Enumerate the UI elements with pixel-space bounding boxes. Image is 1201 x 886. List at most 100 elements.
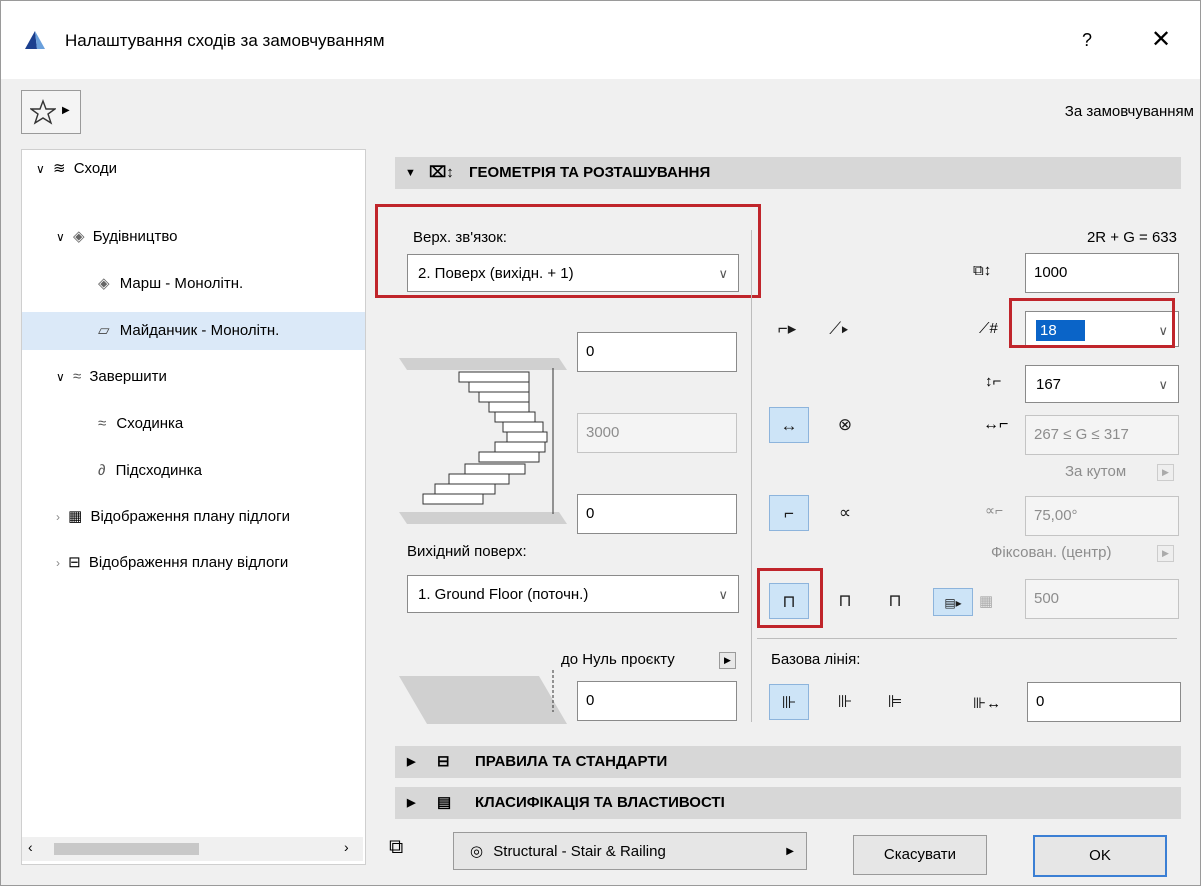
layer-icon: ⧉	[389, 836, 404, 858]
tree-item-label: Будівництво	[92, 228, 178, 245]
tree-item-plan-display-2[interactable]: › ⊟ Відображення плану відлоги	[22, 544, 365, 582]
baseline-separator	[757, 638, 1177, 639]
rules-section-header[interactable]: ▶ ⊟ ПРАВИЛА ТА СТАНДАРТИ	[395, 746, 1181, 778]
triangle-right-icon: ▶	[407, 756, 416, 768]
riser-fixed-button[interactable]: ⌐	[769, 495, 809, 531]
title-bar: Налаштування сходів за замовчуванням ? ✕	[1, 1, 1200, 79]
geometry-panel: Верх. зв'язок: 2. Поверх (вихідн. + 1) ∨	[375, 204, 1181, 731]
section-title: ГЕОМЕТРІЯ ТА РОЗТАШУВАННЯ	[469, 164, 711, 181]
home-floor-value: 1. Ground Floor (поточн.)	[418, 586, 589, 603]
walkline-right-button[interactable]: ⊓	[875, 583, 915, 619]
tree-item-structure[interactable]: ∨ ◈ Будівництво	[22, 218, 365, 256]
geometry-section-header[interactable]: ▼ ⌧↕ ГЕОМЕТРІЯ ТА РОЗТАШУВАННЯ	[395, 157, 1181, 189]
project-zero-popup-button[interactable]: ▶	[719, 652, 736, 669]
going-angle-button[interactable]: ⊗	[825, 407, 865, 443]
chevron-right-icon: ›	[56, 510, 60, 524]
angle-icon: ∝⌐	[985, 502, 1004, 518]
triangle-right-icon: ▶	[407, 797, 416, 809]
highlight-top-link	[375, 204, 761, 298]
home-floor-select[interactable]: 1. Ground Floor (поточн.) ∨	[407, 575, 739, 613]
going-depth-icon: ↔⌐	[983, 416, 1009, 433]
chevron-down-icon: ∨	[36, 162, 45, 176]
stair-type-button[interactable]: ⌐▸	[767, 311, 807, 347]
by-angle-popup-button[interactable]: ▶	[1157, 464, 1174, 481]
stair-icon: ≋	[52, 160, 66, 177]
default-label: За замовчуванням	[1064, 103, 1194, 120]
baseline-left-button[interactable]: ⊪	[769, 684, 809, 720]
highlight-riser-count	[1009, 298, 1175, 348]
chevron-down-icon: ∨	[1158, 377, 1168, 392]
tree-item-label: Сходи	[73, 160, 118, 177]
tree-item-label: Сходинка	[116, 415, 184, 432]
stair-height-input: 3000	[577, 413, 737, 453]
top-offset-input[interactable]: 0	[577, 332, 737, 372]
highlight-walkline	[757, 568, 823, 628]
going-lock-button[interactable]: ↔	[769, 407, 809, 443]
geometry-icon: ⌧↕	[429, 164, 454, 181]
walkline-center-button[interactable]: ⊓	[825, 583, 865, 619]
classification-section-header[interactable]: ▶ ▤ КЛАСИФІКАЦІЯ ТА ВЛАСТИВОСТІ	[395, 787, 1181, 819]
by-angle-label: За кутом	[1065, 463, 1127, 480]
tree-item-tread[interactable]: ≈ Сходинка	[22, 405, 365, 443]
walkline-offset-input: 500	[1025, 579, 1179, 619]
archicad-logo-icon	[25, 31, 45, 49]
eye-icon: ◎	[470, 843, 484, 860]
tree-item-label: Відображення плану підлоги	[90, 508, 290, 525]
chevron-down-icon: ∨	[718, 587, 728, 602]
stair-width-input[interactable]: 1000	[1025, 253, 1179, 293]
baseline-right-button[interactable]: ⊫	[875, 684, 915, 720]
stair-illustration	[399, 358, 567, 524]
tree-item-label: Відображення плану відлоги	[88, 554, 289, 571]
tree-item-label: Підсходинка	[115, 462, 202, 479]
cancel-button[interactable]: Скасувати	[853, 835, 987, 875]
plan-display-icon: ⊟	[68, 554, 81, 571]
tree-item-floor-plan-display[interactable]: › ▦ Відображення плану підлоги	[22, 498, 365, 536]
structure-icon: ◈	[72, 228, 85, 245]
triangle-down-icon: ▼	[405, 167, 416, 179]
scroll-left-icon[interactable]: ‹	[28, 839, 33, 855]
tree-item-finish[interactable]: ∨ ≈ Завершити	[22, 358, 365, 396]
settings-tree: ∨ ≋ Сходи ∨ ◈ Будівництво ◈ Марш - Монол…	[21, 149, 366, 865]
finish-icon: ≈	[72, 368, 82, 385]
project-zero-illustration	[399, 670, 567, 724]
layer-select[interactable]: ◎ Structural - Stair & Railing ▶	[453, 832, 807, 870]
riser-height-select[interactable]: 167 ∨	[1025, 365, 1179, 403]
rules-icon: ⊟	[437, 753, 450, 770]
home-floor-label: Вихідний поверх:	[407, 543, 527, 560]
plan-display-icon: ▦	[68, 508, 83, 525]
fixed-center-popup-button[interactable]: ▶	[1157, 545, 1174, 562]
close-button[interactable]: ✕	[1141, 23, 1181, 57]
bottom-offset-input[interactable]: 0	[577, 494, 737, 534]
flight-icon: ◈	[98, 275, 110, 292]
ok-button[interactable]: OK	[1033, 835, 1167, 877]
landing-icon: ▱	[98, 322, 110, 339]
tree-item-label: Майданчик - Монолітн.	[119, 322, 280, 339]
layer-value: Structural - Stair & Railing	[493, 843, 666, 860]
tree-item-stairs[interactable]: ∨ ≋ Сходи	[22, 150, 365, 188]
tree-item-landing[interactable]: ▱ Майданчик - Монолітн.	[22, 312, 365, 350]
baseline-offset-input[interactable]: 0	[1027, 682, 1181, 722]
walkline-options-button[interactable]: ▤▸	[933, 588, 973, 616]
tree-item-flight[interactable]: ◈ Марш - Монолітн.	[22, 265, 365, 303]
riser-icon: ∂	[98, 462, 106, 479]
scroll-thumb[interactable]	[54, 843, 199, 855]
baseline-center-button[interactable]: ⊪	[825, 684, 865, 720]
favorites-button[interactable]: ▶	[21, 90, 81, 134]
tree-item-label: Марш - Монолітн.	[119, 275, 244, 292]
riser-height-value: 167	[1036, 376, 1062, 393]
walkline-grid-icon: ▦	[979, 593, 994, 610]
riser-angle-button[interactable]: ∝	[825, 495, 865, 531]
tree-horizontal-scrollbar[interactable]: ‹ ›	[22, 837, 363, 861]
tree-item-riser[interactable]: ∂ Підсходинка	[22, 452, 365, 490]
stair-flight-type-button[interactable]: ⟋▸	[819, 311, 859, 347]
column-separator	[751, 230, 752, 722]
stair-width-icon: ⧉↕	[973, 262, 992, 279]
project-zero-input[interactable]: 0	[577, 681, 737, 721]
section-title: КЛАСИФІКАЦІЯ ТА ВЛАСТИВОСТІ	[475, 794, 725, 811]
help-button[interactable]: ?	[1069, 23, 1105, 57]
going-range-input: 267 ≤ G ≤ 317	[1025, 415, 1179, 455]
tree-item-label: Завершити	[89, 368, 167, 385]
scroll-right-icon[interactable]: ›	[344, 839, 349, 855]
tread-icon: ≈	[98, 415, 107, 432]
baseline-offset-icon: ⊪↔	[973, 695, 1002, 712]
